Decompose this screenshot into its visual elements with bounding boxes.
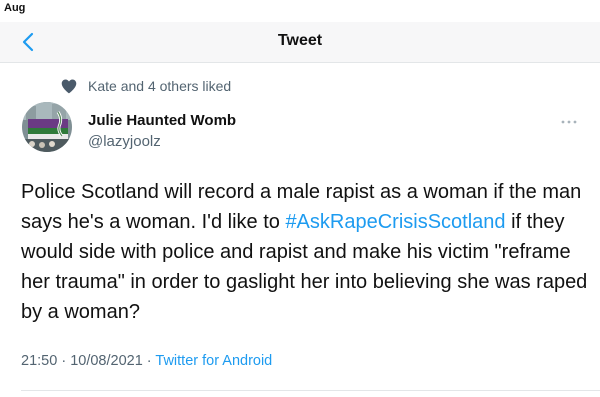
source-link[interactable]: Twitter for Android xyxy=(155,353,272,369)
author-handle[interactable]: @lazyjoolz xyxy=(88,133,161,150)
hashtag-link[interactable]: #AskRapeCrisisScotland xyxy=(285,211,505,233)
avatar-image xyxy=(22,102,72,152)
heart-icon xyxy=(61,79,77,94)
avatar[interactable] xyxy=(22,102,72,152)
tweet-text: Police Scotland will record a male rapis… xyxy=(21,177,591,327)
tweet-date: 10/08/2021 xyxy=(70,353,143,369)
page-title: Tweet xyxy=(277,32,323,49)
more-dots-icon xyxy=(561,120,577,124)
tweet-metadata: 21:50 · 10/08/2021 · Twitter for Android xyxy=(21,353,272,369)
social-context[interactable]: Kate and 4 others liked xyxy=(60,77,231,95)
author-name[interactable]: Julie Haunted Womb xyxy=(88,112,236,129)
social-context-text: Kate and 4 others liked xyxy=(88,78,232,94)
meta-separator: · xyxy=(142,353,156,369)
more-options-button[interactable] xyxy=(560,114,578,124)
status-bar-month: Aug xyxy=(4,2,26,14)
tweet-time: 21:50 xyxy=(21,353,58,369)
top-navigation-bar: Tweet xyxy=(0,22,600,63)
meta-separator: · xyxy=(57,353,71,369)
divider xyxy=(21,390,600,391)
